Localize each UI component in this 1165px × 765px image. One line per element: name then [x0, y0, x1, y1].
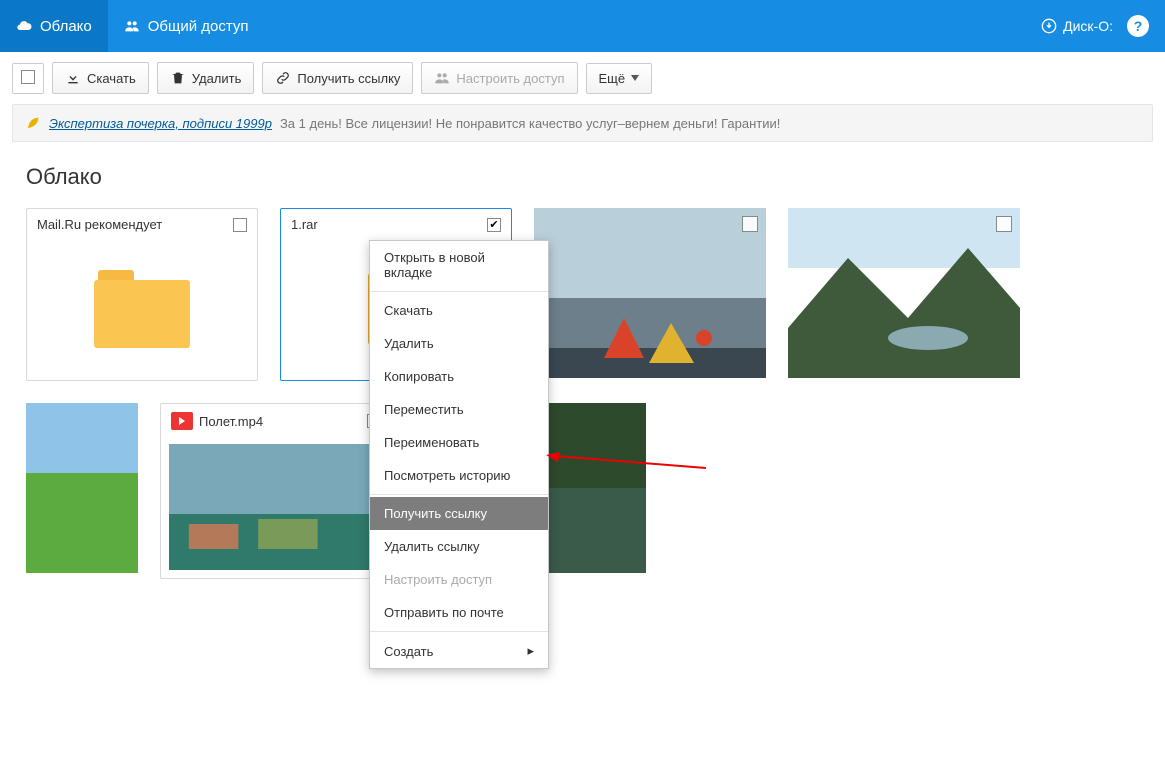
get-link-button[interactable]: Получить ссылку: [262, 62, 413, 94]
ctx-rename[interactable]: Переименовать: [370, 426, 548, 459]
context-menu: Открыть в новой вкладке Скачать Удалить …: [369, 240, 549, 669]
tab-shared-label: Общий доступ: [148, 18, 249, 35]
tile-tents-checkbox[interactable]: [742, 216, 758, 232]
more-button[interactable]: Ещё: [586, 63, 653, 94]
select-all-checkbox[interactable]: [12, 63, 44, 94]
access-button[interactable]: Настроить доступ: [421, 62, 577, 94]
chevron-right-icon: ▸: [527, 643, 534, 659]
ctx-create[interactable]: Создать ▸: [370, 634, 548, 668]
file-grid: Mail.Ru рекомендует 1.rar: [0, 208, 1165, 579]
delete-button[interactable]: Удалить: [157, 62, 255, 94]
ctx-copy[interactable]: Копировать: [370, 360, 548, 393]
get-link-label: Получить ссылку: [297, 71, 400, 86]
download-button[interactable]: Скачать: [52, 62, 149, 94]
tile-rar-checkbox[interactable]: [487, 218, 501, 232]
ctx-delete[interactable]: Удалить: [370, 327, 548, 360]
tab-cloud[interactable]: Облако: [0, 0, 108, 52]
people-icon: [124, 18, 140, 34]
topbar: Облако Общий доступ Диск-О: ?: [0, 0, 1165, 52]
ctx-get-link[interactable]: Получить ссылку: [370, 497, 548, 530]
feather-icon: [25, 115, 41, 131]
cloud-icon: [16, 18, 32, 34]
ctx-send-mail[interactable]: Отправить по почте: [370, 596, 548, 629]
download-label: Скачать: [87, 71, 136, 86]
page-title: Облако: [0, 150, 1165, 208]
ad-text: За 1 день! Все лицензии! Не понравится к…: [280, 116, 780, 131]
ctx-open-tab[interactable]: Открыть в новой вкладке: [370, 241, 548, 289]
ad-link[interactable]: Экспертиза почерка, подписи 1999р: [49, 116, 272, 131]
folder-icon: [94, 270, 190, 348]
caret-down-icon: [631, 75, 639, 81]
tile-recommend-checkbox[interactable]: [233, 218, 247, 232]
ctx-move[interactable]: Переместить: [370, 393, 548, 426]
toolbar: Скачать Удалить Получить ссылку Настроит…: [0, 52, 1165, 104]
more-label: Ещё: [599, 71, 626, 86]
download-icon: [65, 70, 81, 86]
access-label: Настроить доступ: [456, 71, 564, 86]
trash-icon: [170, 70, 186, 86]
people-icon: [434, 70, 450, 86]
ctx-download[interactable]: Скачать: [370, 294, 548, 327]
tile-video[interactable]: Полет.mp4: [160, 403, 392, 579]
ctx-access[interactable]: Настроить доступ: [370, 563, 548, 596]
tile-recommend-name: Mail.Ru рекомендует: [37, 217, 162, 232]
thumb-mountains: [788, 208, 1020, 378]
tile-image-mountains[interactable]: [788, 208, 1020, 381]
tile-video-name: Полет.mp4: [171, 412, 263, 430]
thumb-field: [26, 403, 138, 573]
ctx-history[interactable]: Посмотреть историю: [370, 459, 548, 492]
tile-rar-name: 1.rar: [291, 217, 318, 232]
download-circle-icon: [1041, 18, 1057, 34]
disk-o-link[interactable]: Диск-О:: [1041, 18, 1113, 34]
video-badge-icon: [171, 412, 193, 430]
thumb-aerial: [169, 444, 383, 570]
tab-shared[interactable]: Общий доступ: [108, 0, 265, 52]
tile-mountains-checkbox[interactable]: [996, 216, 1012, 232]
help-button[interactable]: ?: [1127, 15, 1149, 37]
tab-cloud-label: Облако: [40, 18, 92, 35]
tile-recommend[interactable]: Mail.Ru рекомендует: [26, 208, 258, 381]
link-icon: [275, 70, 291, 86]
tile-image-field[interactable]: [26, 403, 138, 579]
thumb-tents: [534, 208, 766, 378]
ctx-remove-link[interactable]: Удалить ссылку: [370, 530, 548, 563]
disk-o-label: Диск-О:: [1063, 18, 1113, 34]
topbar-right: Диск-О: ?: [1041, 15, 1165, 37]
ad-banner: Экспертиза почерка, подписи 1999р За 1 д…: [12, 104, 1153, 142]
delete-label: Удалить: [192, 71, 242, 86]
tile-image-tents[interactable]: [534, 208, 766, 381]
